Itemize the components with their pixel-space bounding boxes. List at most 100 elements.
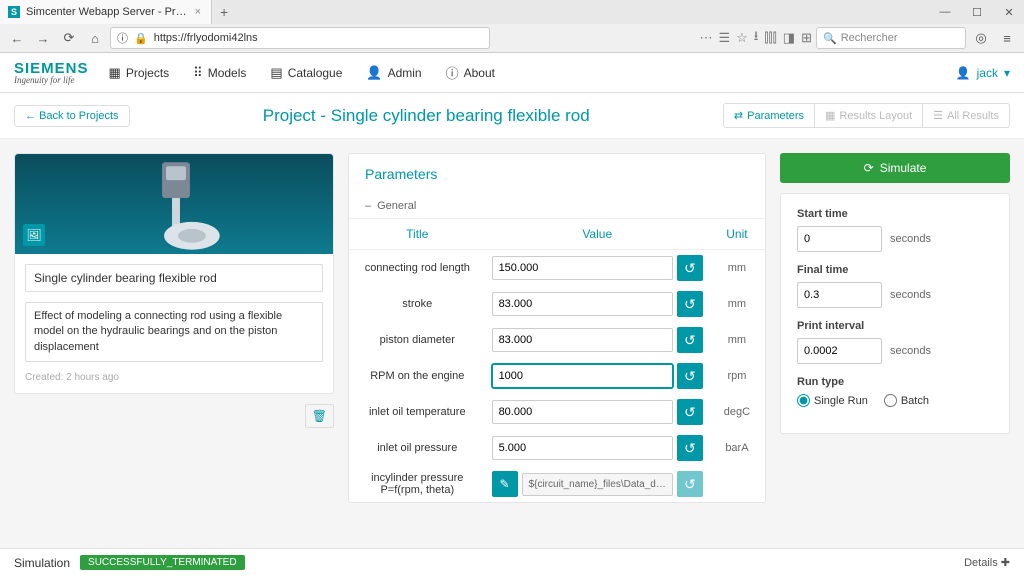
status-badge: SUCCESSFULLY_TERMINATED <box>80 555 245 570</box>
delete-button[interactable]: 🗑 <box>305 404 334 428</box>
close-window-icon[interactable]: ✕ <box>994 2 1024 22</box>
run-type-single[interactable]: Single Run <box>797 394 868 407</box>
window-icon[interactable]: ⊞ <box>801 30 812 46</box>
parameters-table: Title Value Unit connecting rod length↺m… <box>349 218 765 502</box>
reset-button[interactable]: ↺ <box>677 471 703 497</box>
section-header[interactable]: General <box>349 194 765 218</box>
simulation-settings: Start time seconds Final time seconds Pr… <box>780 193 1010 434</box>
reset-button[interactable]: ↺ <box>677 255 703 281</box>
extension-icon[interactable]: ◎ <box>970 27 992 49</box>
param-unit: degC <box>709 394 765 430</box>
nav-models[interactable]: ⠿Models <box>183 59 256 86</box>
table-row: RPM on the engine↺rpm <box>349 358 765 394</box>
table-row: piston diameter ↺mm <box>349 322 765 358</box>
project-description-input[interactable]: Effect of modeling a connecting rod usin… <box>25 302 323 362</box>
simulation-column: ⟳ Simulate Start time seconds Final time… <box>780 153 1010 534</box>
user-name: jack <box>977 66 998 80</box>
project-meta: Created: 2 hours ago <box>25 372 323 383</box>
sidebar-icon[interactable]: ◨ <box>783 30 795 46</box>
col-title: Title <box>349 219 486 250</box>
maximize-icon[interactable]: ☐ <box>962 2 992 22</box>
param-value-input[interactable] <box>492 436 673 460</box>
back-to-projects-button[interactable]: ← Back to Projects <box>14 105 130 127</box>
tab-parameters[interactable]: ⇄Parameters <box>724 104 814 127</box>
param-title: piston diameter <box>349 322 486 358</box>
search-icon: 🔍 <box>823 32 837 45</box>
param-title: inlet oil temperature <box>349 394 486 430</box>
download-icon[interactable]: ⭳ <box>754 27 759 49</box>
param-value-input[interactable] <box>492 364 673 388</box>
shield-icon: ⓘ <box>117 30 128 46</box>
preview-illustration <box>15 154 333 254</box>
minimize-icon[interactable]: — <box>930 2 960 22</box>
print-interval-input[interactable] <box>797 338 882 364</box>
table-row: connecting rod length↺mm <box>349 250 765 287</box>
tab-bar: S Simcenter Webapp Server - Pr… × + — ☐ … <box>0 0 1024 24</box>
browser-search[interactable]: 🔍 Rechercher <box>816 27 966 49</box>
details-toggle[interactable]: Details ✚ <box>964 556 1010 569</box>
panel-title: Parameters <box>349 154 765 194</box>
param-value-input[interactable] <box>492 292 673 316</box>
param-title: inlet oil pressure <box>349 430 486 466</box>
param-value-input[interactable] <box>492 328 673 352</box>
menu-icon[interactable]: ≡ <box>996 27 1018 49</box>
reset-button[interactable]: ↺ <box>677 435 703 461</box>
undo-icon: ↺ <box>684 404 696 421</box>
project-top-bar: ← Back to Projects Project - Single cyli… <box>0 93 1024 139</box>
forward-icon[interactable]: → <box>32 27 54 49</box>
nav-admin[interactable]: 👤Admin <box>356 59 431 86</box>
info-icon: ⓘ <box>446 63 459 82</box>
reset-button[interactable]: ↺ <box>677 327 703 353</box>
reload-icon[interactable]: ⟳ <box>58 27 80 49</box>
close-icon[interactable]: × <box>193 6 203 18</box>
tab-results-layout[interactable]: ▦Results Layout <box>814 104 922 127</box>
user-menu[interactable]: 👤 jack ▾ <box>956 66 1010 80</box>
page-title: Project - Single cylinder bearing flexib… <box>130 106 723 126</box>
main-content: 🖼 Single cylinder bearing flexible rod E… <box>0 139 1024 548</box>
image-icon[interactable]: 🖼 <box>23 224 45 246</box>
nav-projects[interactable]: ▦Projects <box>99 59 180 86</box>
trash-icon: 🗑 <box>312 409 327 423</box>
nav-catalogue[interactable]: ▤Catalogue <box>260 59 352 86</box>
param-title: RPM on the engine <box>349 358 486 394</box>
view-tabs: ⇄Parameters ▦Results Layout ☰All Results <box>723 103 1010 128</box>
blocks-icon: ⠿ <box>193 65 203 81</box>
search-placeholder: Rechercher <box>841 32 898 44</box>
browser-chrome: S Simcenter Webapp Server - Pr… × + — ☐ … <box>0 0 1024 53</box>
run-type-batch[interactable]: Batch <box>884 394 929 407</box>
avatar-icon: 👤 <box>956 66 971 80</box>
reset-button[interactable]: ↺ <box>677 399 703 425</box>
footer-label: Simulation <box>14 556 70 570</box>
tab-all-results[interactable]: ☰All Results <box>922 104 1009 127</box>
edit-file-button[interactable]: ✎ <box>492 471 518 497</box>
simulate-button[interactable]: ⟳ Simulate <box>780 153 1010 183</box>
start-time-unit: seconds <box>890 233 931 245</box>
browser-tab[interactable]: S Simcenter Webapp Server - Pr… × <box>0 0 212 24</box>
reset-button[interactable]: ↺ <box>677 363 703 389</box>
more-icon[interactable]: ⋯ <box>699 30 712 46</box>
start-time-input[interactable] <box>797 226 882 252</box>
project-actions: 🗑 <box>14 404 334 428</box>
param-value-input[interactable] <box>492 400 673 424</box>
new-tab-button[interactable]: + <box>212 4 236 20</box>
home-icon[interactable]: ⌂ <box>84 27 106 49</box>
final-time-input[interactable] <box>797 282 882 308</box>
table-row: inlet oil pressure↺barA <box>349 430 765 466</box>
param-unit: mm <box>709 322 765 358</box>
url-input[interactable]: ⓘ 🔒 https://frlyodomi42lns <box>110 27 490 49</box>
back-icon[interactable]: ← <box>6 27 28 49</box>
table-row: incylinder pressure P=f(rpm, theta)✎${ci… <box>349 466 765 502</box>
reset-button[interactable]: ↺ <box>677 291 703 317</box>
start-time-label: Start time <box>797 208 993 220</box>
col-unit: Unit <box>709 219 765 250</box>
reader-icon[interactable]: ☰ <box>718 30 730 46</box>
nav-about[interactable]: ⓘAbout <box>436 59 505 86</box>
project-name-input[interactable]: Single cylinder bearing flexible rod <box>25 264 323 292</box>
param-unit: mm <box>709 286 765 322</box>
lock-icon: 🔒 <box>134 32 148 45</box>
final-time-label: Final time <box>797 264 993 276</box>
param-value-input[interactable] <box>492 256 673 280</box>
star-icon[interactable]: ☆ <box>736 30 748 46</box>
library-icon[interactable]: ⫿⫿⫿ <box>764 30 776 46</box>
window-controls: — ☐ ✕ <box>930 2 1024 22</box>
